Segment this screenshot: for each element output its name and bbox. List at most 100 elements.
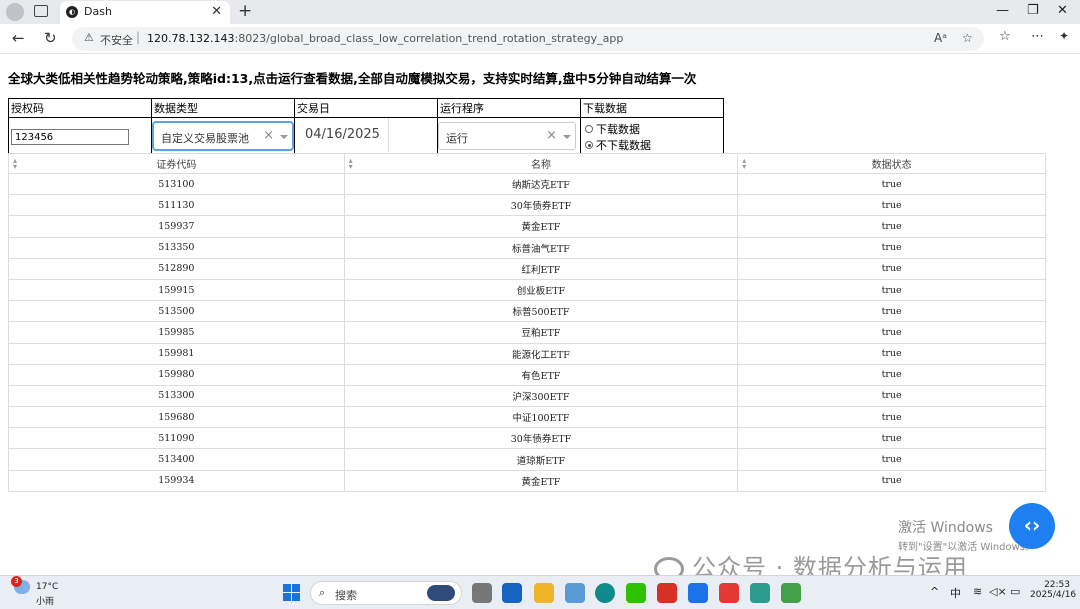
radio-download-label: 下载数据 <box>596 123 640 136</box>
search-label: 搜索 <box>335 589 357 602</box>
maximize-icon[interactable]: ❐ <box>1027 3 1039 18</box>
cell-status: true <box>737 300 1046 323</box>
weather-temp: 17°C <box>36 582 59 592</box>
radio-download[interactable]: 下载数据 <box>585 121 640 137</box>
cell-name: 红利ETF <box>343 257 739 280</box>
sort-icon[interactable]: ▴ ▾ <box>13 157 17 171</box>
wechat-app-icon[interactable] <box>626 583 646 603</box>
table-row: 513100 纳斯达克ETF true <box>8 172 1046 196</box>
favorite-star-icon[interactable]: ☆ <box>962 31 973 45</box>
weather-widget[interactable]: 3 17°C 小雨 <box>11 576 58 607</box>
cell-code: 159985 <box>8 321 345 344</box>
insecure-label: 不安全 <box>100 34 133 47</box>
copilot-icon[interactable]: ✦ <box>1059 29 1069 43</box>
battery-icon[interactable]: ▭ <box>1010 585 1020 598</box>
cell-status: true <box>737 194 1046 217</box>
tab-actions-icon[interactable] <box>34 5 48 17</box>
cell-status: true <box>737 406 1046 429</box>
notification-badge: 3 <box>11 576 22 587</box>
window-close-icon[interactable]: ✕ <box>1057 3 1068 18</box>
datatype-dropdown[interactable]: 自定义交易股票池 × <box>153 122 293 150</box>
sort-icon[interactable]: ▴ ▾ <box>349 157 353 171</box>
address-bar[interactable]: ⚠ 不安全 | 120.78.132.143:8023/global_broad… <box>72 27 984 51</box>
cell-name: 30年债券ETF <box>343 194 739 217</box>
store-icon[interactable] <box>565 583 585 603</box>
warning-icon: ⚠ <box>84 31 94 44</box>
app-icon[interactable] <box>750 583 770 603</box>
column-header[interactable]: ▴ ▾ 名称 <box>343 153 739 174</box>
start-icon[interactable] <box>283 584 300 601</box>
chevron-down-icon[interactable] <box>280 135 288 139</box>
url-host: 120.78.132.143 <box>147 32 235 45</box>
cell-code: 513500 <box>8 300 345 323</box>
new-tab-icon[interactable]: + <box>238 1 252 21</box>
cell-status: true <box>737 342 1046 365</box>
app-icon[interactable] <box>781 583 801 603</box>
program-cell: 运行 × <box>437 117 581 154</box>
column-header[interactable]: ▴ ▾ 证券代码 <box>8 153 345 174</box>
more-menu-icon[interactable]: ⋯ <box>1031 29 1044 44</box>
outlook-icon[interactable] <box>502 583 522 603</box>
browser-tab-strip: ◐ Dash ✕ + — ❐ ✕ <box>0 0 1080 24</box>
table-row: 159680 中证100ETF true <box>8 406 1046 429</box>
table-row: 159981 能源化工ETF true <box>8 342 1046 365</box>
auth-input[interactable] <box>11 129 129 145</box>
favorites-icon[interactable]: ☆ <box>999 29 1011 44</box>
clear-icon[interactable]: × <box>546 128 557 143</box>
radio-button-selected[interactable] <box>585 141 593 149</box>
file-explorer-icon[interactable] <box>534 583 554 603</box>
cell-status: true <box>737 448 1046 471</box>
cell-code: 159981 <box>8 342 345 365</box>
table-row: 513500 标普500ETF true <box>8 300 1046 323</box>
table-row: 159980 有色ETF true <box>8 363 1046 386</box>
radio-no-download[interactable]: 不下载数据 <box>585 137 651 153</box>
table-row: 159985 豆粕ETF true <box>8 321 1046 344</box>
search-icon: ⌕ <box>319 586 326 599</box>
browser-tab[interactable]: ◐ Dash ✕ <box>60 1 230 24</box>
back-icon[interactable]: ← <box>12 29 25 47</box>
table-row: 513300 沪深300ETF true <box>8 384 1046 408</box>
cell-name: 中证100ETF <box>343 406 739 429</box>
clear-icon[interactable]: × <box>263 128 274 143</box>
reload-icon[interactable]: ↻ <box>44 29 57 47</box>
read-aloud-icon[interactable]: Aᵃ <box>934 31 947 45</box>
sort-icon[interactable]: ▴ ▾ <box>742 157 746 171</box>
chevron-down-icon[interactable] <box>563 135 571 139</box>
column-header-label: 数据状态 <box>871 160 912 171</box>
cell-code: 159680 <box>8 406 345 429</box>
code-toggle-button[interactable]: ‹› <box>1009 503 1055 549</box>
app-icon[interactable] <box>688 583 708 603</box>
ime-indicator[interactable]: 中 <box>950 585 961 601</box>
cell-status: true <box>737 278 1046 302</box>
app-icon[interactable] <box>719 583 739 603</box>
table-row: 159915 创业板ETF true <box>8 278 1046 302</box>
column-header[interactable]: ▴ ▾ 数据状态 <box>737 153 1046 174</box>
volume-icon[interactable]: ◁× <box>989 585 1007 598</box>
tab-close-icon[interactable]: ✕ <box>211 4 222 19</box>
cell-code: 159937 <box>8 215 345 238</box>
cell-status: true <box>737 172 1046 196</box>
task-view-icon[interactable] <box>472 583 492 603</box>
program-dropdown[interactable]: 运行 × <box>438 122 576 150</box>
tray-chevron-icon[interactable]: ^ <box>930 585 939 598</box>
clock-date: 2025/4/16 <box>1030 590 1077 600</box>
edge-icon[interactable] <box>595 583 615 603</box>
radio-button[interactable] <box>585 125 593 133</box>
control-panel: 授权码 数据类型 交易日 运行程序 下载数据 自定义交易股票池 × 04/16/… <box>8 98 724 154</box>
date-picker[interactable]: 04/16/2025 <box>297 118 389 152</box>
column-header-label: 名称 <box>530 160 551 171</box>
clock[interactable]: 22:53 2025/4/16 <box>1030 580 1077 600</box>
wifi-icon[interactable]: ≋ <box>973 585 982 598</box>
cell-status: true <box>737 469 1046 492</box>
wps-icon[interactable] <box>657 583 677 603</box>
profile-icon[interactable] <box>6 3 24 21</box>
table-row: 159934 黄金ETF true <box>8 469 1046 492</box>
table-row: 511130 30年债券ETF true <box>8 194 1046 217</box>
minimize-icon[interactable]: — <box>996 3 1009 18</box>
cell-name: 标普油气ETF <box>343 236 739 259</box>
taskbar-search[interactable]: ⌕ 搜索 <box>310 581 462 605</box>
cell-status: true <box>737 236 1046 259</box>
datatype-cell: 自定义交易股票池 × <box>151 117 295 154</box>
cell-code: 513350 <box>8 236 345 259</box>
cell-name: 沪深300ETF <box>343 384 739 408</box>
